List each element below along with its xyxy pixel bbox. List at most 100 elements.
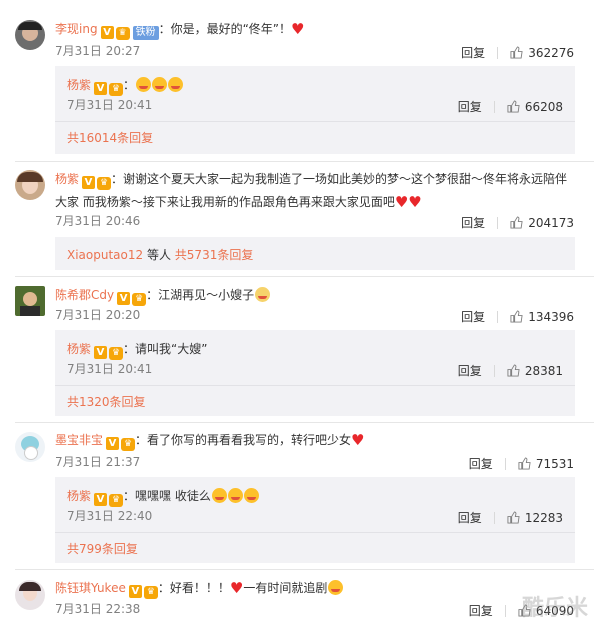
divider <box>497 217 499 229</box>
verified-icon: V <box>94 346 108 359</box>
timestamp: 7月31日 20:41 <box>67 98 153 112</box>
like-count: 28381 <box>524 364 563 378</box>
reply-button[interactable]: 回复 <box>469 457 493 471</box>
username[interactable]: 陈希郡Cdy <box>55 288 114 302</box>
sub-reply-box: Xiaoputao12 等人 共5731条回复 <box>55 237 575 270</box>
username[interactable]: 杨紫 <box>67 342 91 356</box>
crown-icon: ♛ <box>143 586 158 599</box>
avatar[interactable] <box>15 170 45 200</box>
thumb-up-icon[interactable] <box>507 364 520 377</box>
comment-text: ：谢谢这个夏天大家一起为我制造了一场如此美妙的梦～这个梦很甜～佟年将永远陪伴 <box>111 172 568 186</box>
divider <box>504 458 506 470</box>
reply-button[interactable]: 回复 <box>458 100 482 114</box>
verified-icon: V <box>82 176 96 189</box>
sub-comment-line: 杨紫 V ♛ ：请叫我“大嫂” <box>67 338 207 360</box>
heart-icon: ♥ <box>229 579 244 597</box>
timestamp: 7月31日 20:46 <box>55 214 141 228</box>
crown-icon: ♛ <box>121 438 136 451</box>
username[interactable]: 杨紫 <box>67 489 91 503</box>
verified-icon: V <box>100 26 114 39</box>
timestamp: 7月31日 21:37 <box>55 455 141 469</box>
comment-actions: 回复 362276 <box>461 42 574 61</box>
avatar[interactable] <box>15 286 45 316</box>
comment-text: ：嘿嘿嘿 收徒么 <box>123 489 211 503</box>
emoji-icon <box>255 287 271 302</box>
crown-icon: ♛ <box>109 347 124 360</box>
timestamp: 7月31日 22:40 <box>67 509 153 523</box>
sub-reply-box: 杨紫 V ♛： 7月31日 20:41 回复 66208 共16014条回复 <box>55 66 575 154</box>
like-count: 134396 <box>528 310 574 324</box>
thumb-up-icon[interactable] <box>510 46 523 59</box>
thumb-up-icon[interactable] <box>510 310 523 323</box>
verified-icon: V <box>94 493 108 506</box>
divider <box>504 605 506 617</box>
divider <box>497 311 499 323</box>
comment-actions: 回复 204173 <box>461 212 574 231</box>
divider <box>497 47 499 59</box>
comment-text: ：江湖再见～小嫂子 <box>146 288 255 302</box>
timestamp: 7月31日 20:20 <box>55 308 141 322</box>
divider <box>55 532 575 533</box>
reply-button[interactable]: 回复 <box>461 216 485 230</box>
comment-actions: 回复 28381 <box>458 360 563 379</box>
comment-line: 李现ing V ♛ 铁粉 ：你是，最好的“佟年”！♥ <box>55 18 304 40</box>
reply-user-link[interactable]: Xiaoputao12 <box>67 248 143 262</box>
reply-button[interactable]: 回复 <box>461 310 485 324</box>
username[interactable]: 墨宝非宝 <box>55 433 103 447</box>
divider <box>493 512 495 524</box>
more-replies-row: Xiaoputao12 等人 共5731条回复 <box>67 248 254 262</box>
comment-actions: 回复 12283 <box>458 507 563 526</box>
timestamp: 7月31日 20:27 <box>55 44 141 58</box>
avatar[interactable] <box>15 432 45 462</box>
emoji-icon <box>328 580 344 595</box>
comment-line: 杨紫 V ♛ ：谢谢这个夏天大家一起为我制造了一场如此美妙的梦～这个梦很甜～佟年将永远… <box>55 167 585 213</box>
watermark: 酷乐米 <box>521 596 588 621</box>
timestamp: 7月31日 20:41 <box>67 362 153 376</box>
username[interactable]: 杨紫 <box>55 172 79 186</box>
comment-text: ：好看！！！ <box>157 581 230 595</box>
sub-comment-line: 杨紫 V ♛ ：嘿嘿嘿 收徒么 <box>67 485 259 507</box>
thumb-up-icon[interactable] <box>510 216 523 229</box>
divider <box>15 276 594 277</box>
sub-reply-box: 杨紫 V ♛ ：请叫我“大嫂” 7月31日 20:41 回复 28381 共1320条回… <box>55 330 575 416</box>
comment-text-continued: 大家 而我杨紫～接下来让我用新的作品跟角色再来跟大家见面吧 <box>55 195 395 209</box>
username[interactable]: 陈钰琪Yukee <box>55 581 126 595</box>
timestamp: 7月31日 22:38 <box>55 602 141 616</box>
divider <box>55 121 575 122</box>
thumb-up-icon[interactable] <box>507 511 520 524</box>
reply-button[interactable]: 回复 <box>469 604 493 618</box>
emoji-icon <box>227 488 243 503</box>
emoji-icon <box>136 77 152 92</box>
username[interactable]: 李现ing <box>55 22 98 36</box>
emoji-icon <box>243 488 259 503</box>
more-replies-link[interactable]: 共799条回复 <box>67 540 138 557</box>
emoji-icon <box>168 77 184 92</box>
avatar[interactable] <box>15 580 45 610</box>
sub-comment-line: 杨紫 V ♛： <box>67 74 184 96</box>
reply-button[interactable]: 回复 <box>461 46 485 60</box>
avatar[interactable] <box>15 20 45 50</box>
like-count: 66208 <box>524 100 563 114</box>
more-replies-link[interactable]: 共1320条回复 <box>67 393 146 410</box>
comment-line: 陈希郡Cdy V ♛ ：江湖再见～小嫂子 <box>55 284 271 306</box>
crown-icon: ♛ <box>97 177 112 190</box>
comment-text: ：请叫我“大嫂” <box>123 342 208 356</box>
reply-button[interactable]: 回复 <box>458 364 482 378</box>
crown-icon: ♛ <box>132 293 147 306</box>
reply-button[interactable]: 回复 <box>458 511 482 525</box>
crown-icon: ♛ <box>109 494 124 507</box>
emoji-icon <box>211 488 227 503</box>
more-replies-link[interactable]: 共16014条回复 <box>67 129 153 146</box>
comment-text: ：你是，最好的“佟年”！ <box>158 22 291 36</box>
like-count: 12283 <box>524 511 563 525</box>
username[interactable]: 杨紫 <box>67 78 91 92</box>
comment-actions: 回复 66208 <box>458 96 563 115</box>
divider <box>15 569 594 570</box>
thumb-up-icon[interactable] <box>518 457 531 470</box>
divider <box>493 101 495 113</box>
thumb-up-icon[interactable] <box>507 100 520 113</box>
verified-icon: V <box>94 82 108 95</box>
divider <box>15 161 594 162</box>
more-replies-link[interactable]: 共5731条回复 <box>175 248 254 262</box>
heart-icon: ♥♥ <box>394 193 422 211</box>
